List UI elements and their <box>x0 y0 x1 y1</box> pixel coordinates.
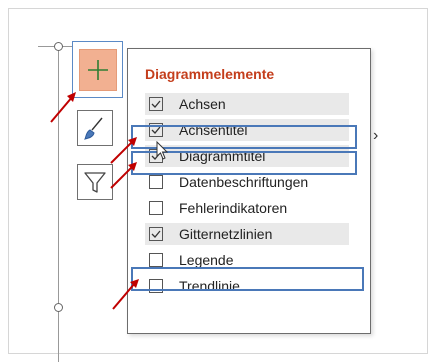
checkbox-unchecked[interactable] <box>149 175 163 189</box>
chart-element-label: Achsentitel <box>179 122 248 138</box>
checkbox-checked[interactable] <box>149 227 163 241</box>
brush-icon <box>84 117 103 140</box>
plus-icon <box>88 60 108 80</box>
chart-element-label: Achsen <box>179 96 226 112</box>
chart-element-item[interactable]: Achsentitel <box>145 119 349 141</box>
checkbox-unchecked[interactable] <box>149 201 163 215</box>
chart-element-label: Gitternetzlinien <box>179 226 273 242</box>
checkbox-checked[interactable] <box>149 123 163 137</box>
checkbox-checked[interactable] <box>149 149 163 163</box>
chevron-right-icon[interactable]: › <box>373 127 378 145</box>
chart-element-item[interactable]: Datenbeschriftungen <box>145 171 349 193</box>
chart-element-item[interactable]: Trendlinie <box>145 275 349 297</box>
checkbox-unchecked[interactable] <box>149 279 163 293</box>
chart-elements-button-fill <box>79 49 117 91</box>
checkbox-unchecked[interactable] <box>149 253 163 267</box>
resize-handle-top-left[interactable] <box>54 42 63 51</box>
chart-element-item[interactable]: Fehlerindikatoren <box>145 197 349 219</box>
filter-icon <box>84 172 106 193</box>
chart-element-item[interactable]: Gitternetzlinien <box>145 223 349 245</box>
chart-elements-button[interactable] <box>72 41 123 98</box>
chart-filters-button[interactable] <box>77 164 113 200</box>
chart-element-label: Trendlinie <box>179 278 240 294</box>
chart-elements-panel: Diagrammelemente Achsen Achsentitel Diagra… <box>127 48 378 334</box>
checkbox-checked[interactable] <box>149 97 163 111</box>
chart-element-label: Diagrammtitel <box>179 148 266 164</box>
resize-handle-middle-left[interactable] <box>54 303 63 312</box>
chart-element-label: Fehlerindikatoren <box>179 200 288 216</box>
chart-element-label: Datenbeschriftungen <box>179 174 309 190</box>
chart-element-label: Legende <box>179 252 234 268</box>
chart-styles-button[interactable] <box>77 110 113 146</box>
chart-border-left <box>58 46 59 362</box>
panel-title: Diagrammelemente <box>145 66 275 82</box>
chart-element-item[interactable]: Achsen <box>145 93 349 115</box>
chart-element-item[interactable]: Legende <box>145 249 349 271</box>
chart-element-item[interactable]: Diagrammtitel <box>145 145 349 167</box>
